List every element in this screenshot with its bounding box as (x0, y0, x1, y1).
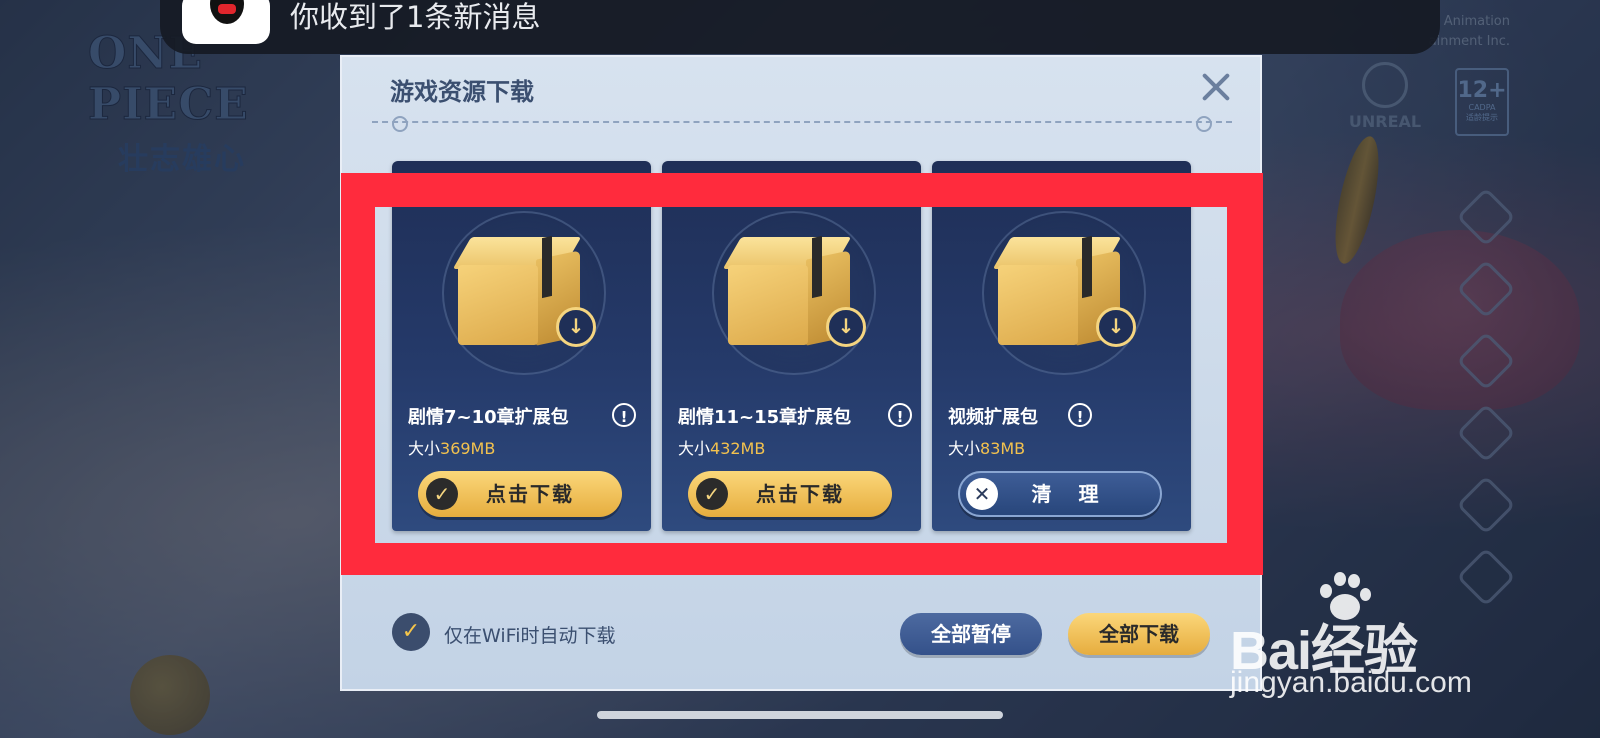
highlight-box (341, 173, 1263, 575)
watermark-url: jingyan.baidu.com (1230, 666, 1472, 699)
qq-app-icon (182, 0, 270, 44)
baidu-watermark: Bai经验 jingyan.baidu.com (1230, 572, 1530, 702)
pause-all-button[interactable]: 全部暂停 (900, 613, 1042, 655)
home-indicator[interactable] (597, 711, 1003, 719)
notification-text: 你收到了1条新消息 (290, 0, 541, 34)
title-divider (372, 116, 1232, 132)
penguin-icon (210, 0, 244, 24)
close-icon[interactable] (1200, 71, 1232, 103)
notification-banner[interactable]: 你收到了1条新消息 (160, 0, 1440, 54)
checkmark-icon: ✓ (392, 613, 430, 651)
dialog-title: 游戏资源下载 (390, 78, 534, 106)
wifi-only-label: 仅在WiFi时自动下载 (444, 625, 616, 647)
download-all-button[interactable]: 全部下载 (1068, 613, 1210, 655)
